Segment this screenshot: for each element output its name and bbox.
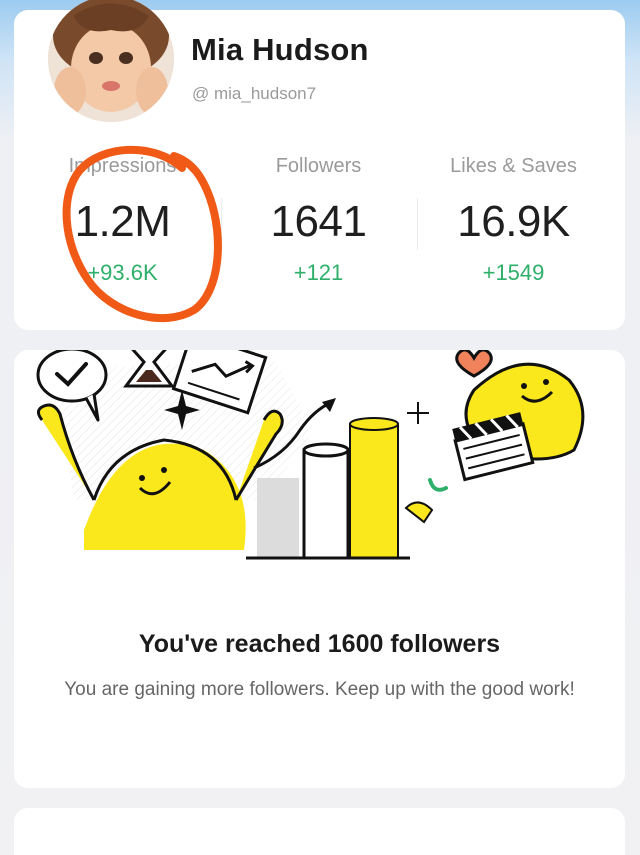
heart-icon: [455, 350, 493, 378]
clapperboard-icon: [452, 412, 535, 482]
profile-handle: @ mia_hudson7: [192, 84, 317, 103]
stat-value: 1.2M: [74, 197, 171, 246]
stat-label: Impressions: [68, 155, 177, 177]
avatar[interactable]: [48, 0, 174, 122]
milestone-illustration: [36, 350, 585, 560]
milestone-title: You've reached 1600 followers: [138, 630, 501, 658]
stat-followers[interactable]: Followers 1641 +121: [217, 153, 420, 287]
stat-likes-saves[interactable]: Likes & Saves 16.9K +1549: [412, 153, 615, 287]
milestone-description: You are gaining more followers. Keep up …: [64, 679, 575, 700]
stat-value: 16.9K: [457, 197, 570, 246]
stat-delta: +121: [293, 260, 344, 285]
milestone-card: You've reached 1600 followers You are ga…: [14, 350, 625, 788]
avatar-photo: [48, 0, 174, 122]
stat-value: 1641: [270, 197, 367, 246]
stat-delta: +93.6K: [87, 260, 158, 285]
profile-card: Mia Hudson @ mia_hudson7 Impressions 1.2…: [14, 0, 625, 330]
stat-impressions[interactable]: Impressions 1.2M +93.6K: [21, 153, 224, 287]
stat-label: Likes & Saves: [450, 155, 577, 177]
next-card: [14, 808, 625, 855]
yellow-character-clapperboard: [452, 362, 585, 482]
stat-delta: +1549: [482, 260, 545, 285]
stats-row: Impressions 1.2M +93.6K Followers 1641 +…: [14, 153, 625, 303]
stat-label: Followers: [275, 155, 362, 177]
profile-name: Mia Hudson: [191, 32, 369, 67]
